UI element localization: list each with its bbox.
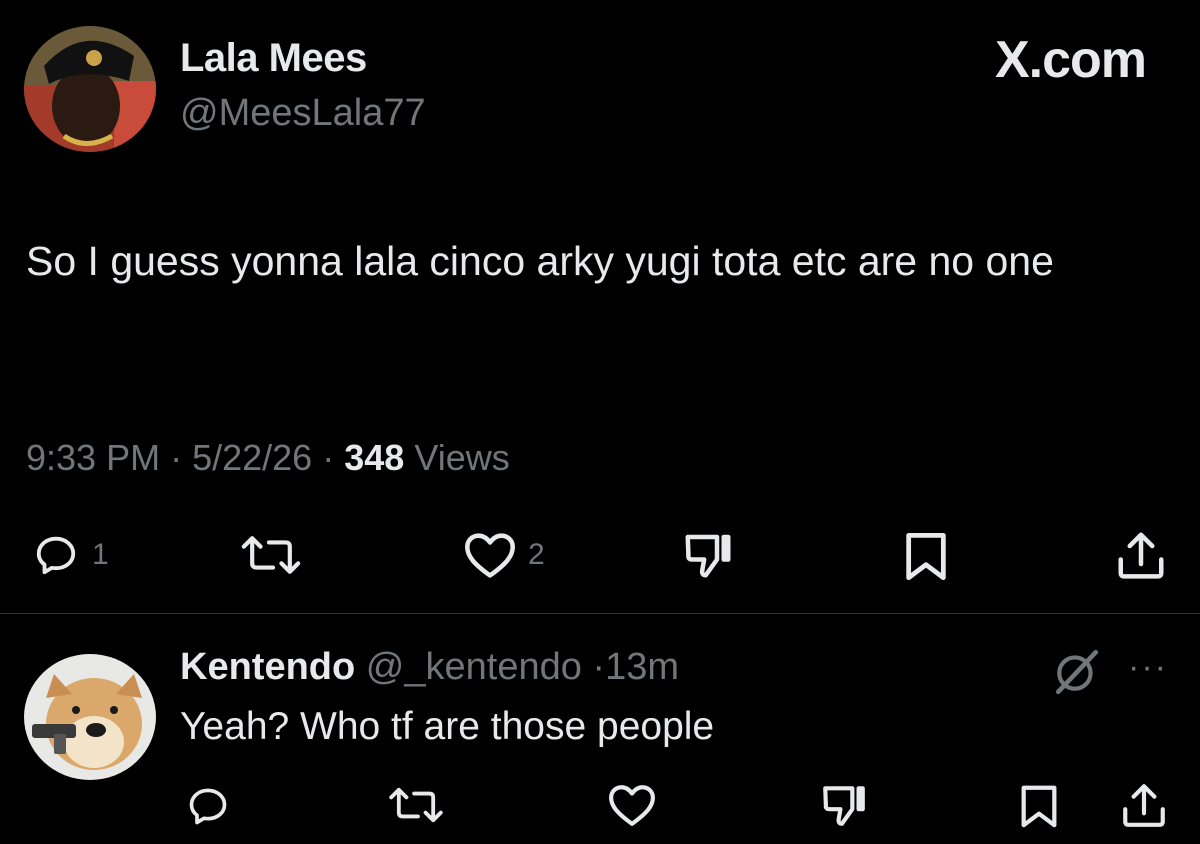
bookmark-icon	[906, 533, 946, 581]
reply-icon	[189, 788, 227, 825]
brand-logo: X.com	[994, 31, 1147, 89]
author-handle[interactable]: @MeesLala77	[180, 92, 426, 135]
dislike-button[interactable]	[680, 528, 736, 582]
views-label: Views	[414, 437, 510, 478]
repost-button[interactable]	[238, 532, 314, 578]
reply-reply-button[interactable]	[184, 784, 232, 828]
repost-icon	[241, 536, 301, 574]
reply-age[interactable]: 13m	[605, 646, 679, 688]
reply-like-button[interactable]	[606, 782, 658, 828]
post-metadata: 9:33 PM · 5/22/26 · 348 Views	[26, 437, 510, 479]
divider	[0, 613, 1200, 614]
reply-text: Yeah? Who tf are those people	[180, 705, 715, 748]
meta-separator: ·	[592, 646, 606, 688]
grok-button[interactable]	[1052, 646, 1102, 701]
grok-icon	[1055, 649, 1099, 695]
reply-author-avatar[interactable]	[24, 654, 156, 780]
reply-dislike-button[interactable]	[818, 780, 870, 830]
reply-share-button[interactable]	[1118, 780, 1170, 830]
author-name[interactable]: Lala Mees	[180, 36, 367, 81]
reply-header: Kentendo @_kentendo ·13m	[180, 646, 679, 689]
like-icon	[465, 533, 515, 578]
dislike-icon	[685, 534, 731, 578]
reply-author-handle[interactable]: @_kentendo	[366, 646, 582, 688]
post-text: So I guess yonna lala cinco arky yugi to…	[26, 238, 1054, 284]
reply-author-name[interactable]: Kentendo	[180, 646, 355, 688]
dislike-icon	[823, 786, 865, 826]
reply-bookmark-button[interactable]	[1016, 782, 1062, 830]
like-count: 2	[528, 538, 545, 571]
meta-separator: ·	[322, 437, 345, 478]
like-icon	[608, 785, 655, 826]
reply-button[interactable]: 1	[30, 532, 109, 578]
bookmark-button[interactable]	[900, 530, 952, 582]
views-count: 348	[344, 437, 405, 478]
avatar-image	[24, 26, 156, 152]
meta-separator: ·	[170, 437, 193, 478]
avatar-image	[24, 654, 156, 780]
more-icon[interactable]: ···	[1128, 648, 1168, 687]
bookmark-icon	[1021, 785, 1057, 828]
author-avatar[interactable]	[24, 26, 156, 152]
repost-icon	[389, 787, 443, 823]
share-icon	[1123, 784, 1165, 827]
reply-icon	[36, 536, 76, 575]
post-date[interactable]: 5/22/26	[192, 437, 312, 478]
share-icon	[1118, 532, 1164, 579]
reply-count: 1	[92, 538, 109, 571]
post-time[interactable]: 9:33 PM	[26, 437, 160, 478]
like-button[interactable]: 2	[462, 530, 545, 580]
share-button[interactable]	[1112, 528, 1170, 582]
reply-repost-button[interactable]	[386, 784, 446, 826]
